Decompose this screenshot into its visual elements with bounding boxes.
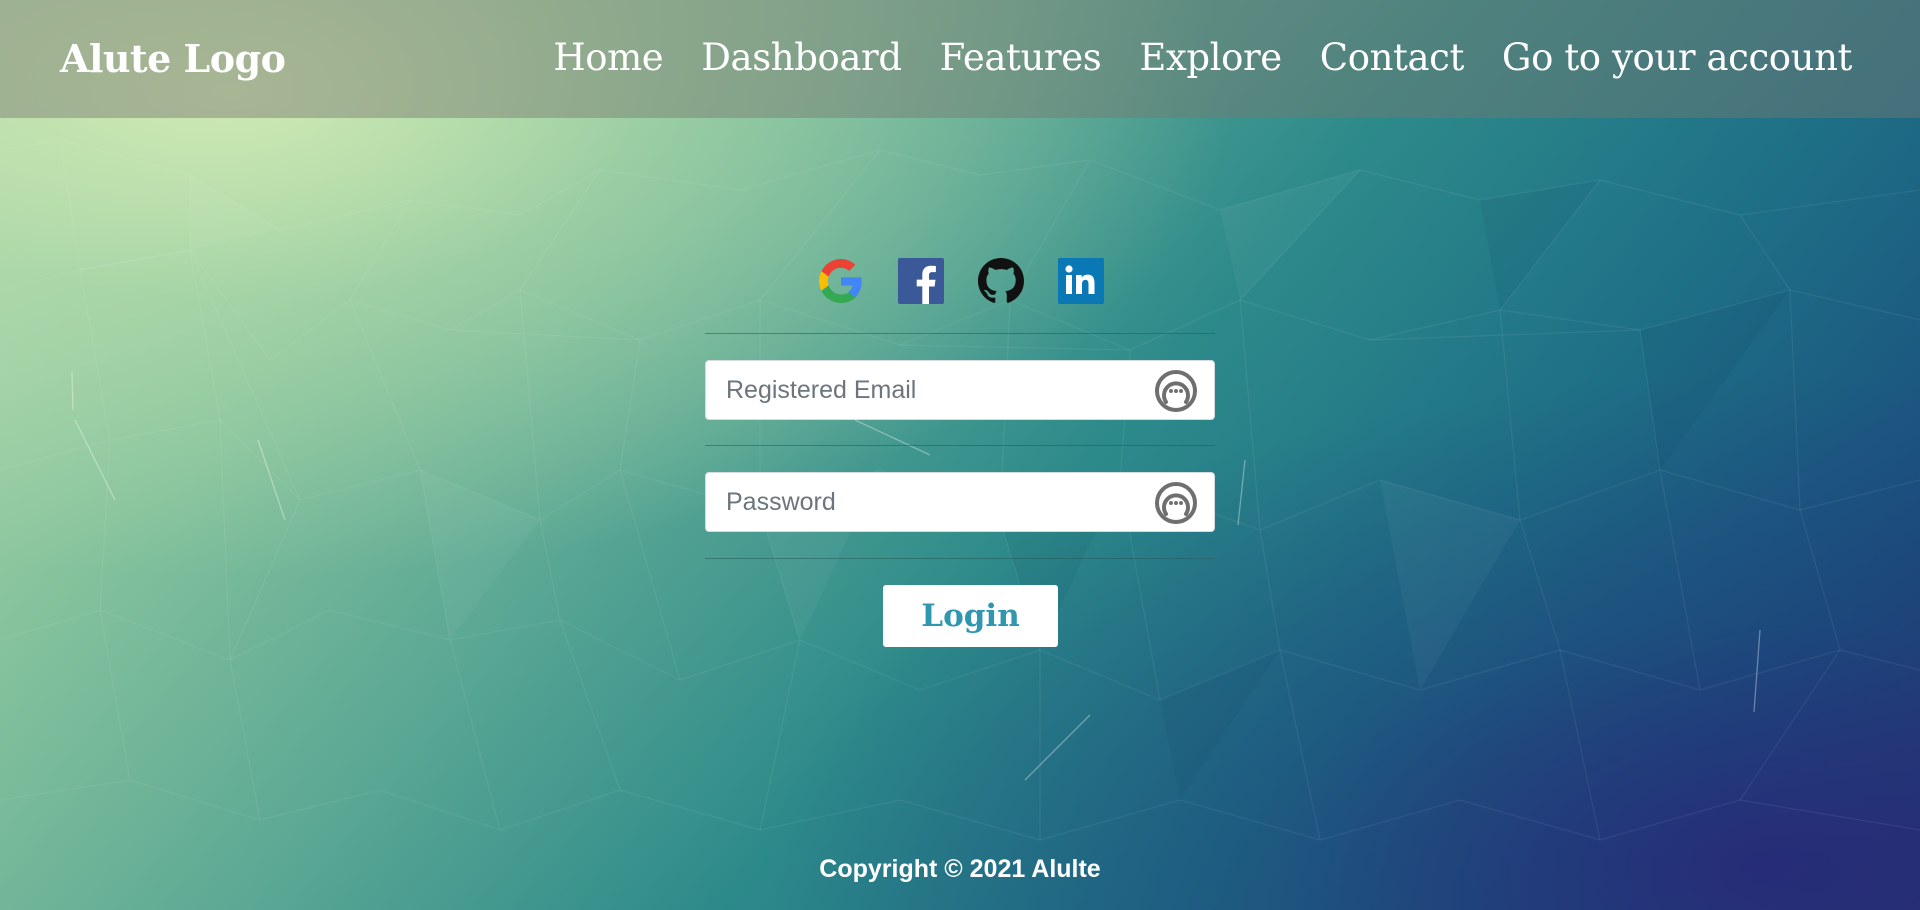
social-login-row bbox=[818, 258, 1104, 304]
linkedin-login-button[interactable] bbox=[1058, 258, 1104, 304]
brand-logo[interactable]: Alute Logo bbox=[60, 36, 286, 81]
password-input[interactable] bbox=[726, 473, 1146, 531]
facebook-icon bbox=[898, 258, 944, 304]
github-icon bbox=[978, 258, 1024, 303]
google-icon bbox=[819, 259, 862, 303]
email-input[interactable] bbox=[726, 361, 1146, 419]
login-button[interactable]: Login bbox=[883, 585, 1058, 647]
nav-link-dashboard[interactable]: Dashboard bbox=[701, 36, 902, 79]
divider-bottom bbox=[705, 558, 1215, 559]
background-pattern bbox=[0, 139, 1920, 841]
nav-link-account[interactable]: Go to your account bbox=[1502, 36, 1852, 79]
nav-link-contact[interactable]: Contact bbox=[1320, 36, 1465, 79]
password-field-wrapper bbox=[705, 472, 1215, 532]
facebook-login-button[interactable] bbox=[898, 258, 944, 304]
nav-links: Home Dashboard Features Explore Contact … bbox=[553, 36, 1852, 79]
password-manager-icon[interactable] bbox=[1154, 481, 1198, 525]
linkedin-icon bbox=[1058, 258, 1104, 304]
nav-link-home[interactable]: Home bbox=[553, 36, 663, 79]
nav-link-features[interactable]: Features bbox=[940, 36, 1102, 79]
divider-top bbox=[705, 333, 1215, 334]
nav-link-explore[interactable]: Explore bbox=[1139, 36, 1282, 79]
navbar: Alute Logo Home Dashboard Features Explo… bbox=[0, 0, 1920, 118]
google-login-button[interactable] bbox=[818, 258, 864, 304]
password-manager-icon[interactable] bbox=[1154, 369, 1198, 413]
divider-middle bbox=[705, 445, 1215, 446]
footer-copyright: Copyright © 2021 Alulte bbox=[819, 855, 1101, 883]
github-login-button[interactable] bbox=[978, 258, 1024, 304]
email-field-wrapper bbox=[705, 360, 1215, 420]
